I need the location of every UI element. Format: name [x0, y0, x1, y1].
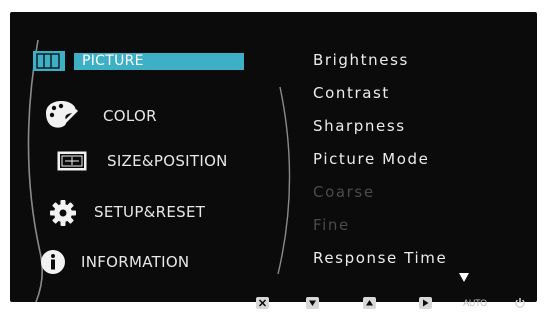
menu-item-information[interactable]: INFORMATION [81, 253, 189, 271]
enter-button[interactable] [418, 296, 432, 310]
right-arrow-icon [418, 297, 432, 309]
power-button[interactable] [513, 296, 527, 310]
up-arrow-icon [362, 297, 376, 309]
palette-icon [42, 99, 80, 129]
menu-item-setup-reset[interactable]: SETUP&RESET [94, 203, 205, 221]
auto-label: AUTO [463, 298, 487, 308]
down-arrow-icon [459, 273, 469, 282]
menu-item-label: SIZE&POSITION [107, 152, 228, 170]
menu-item-label: COLOR [103, 107, 157, 125]
menu-item-size-position[interactable]: SIZE&POSITION [107, 152, 228, 170]
submenu-item-coarse: Coarse [313, 183, 375, 201]
submenu-item-sharpness[interactable]: Sharpness [313, 117, 406, 135]
close-icon [255, 297, 269, 309]
down-arrow-icon [305, 297, 319, 309]
gear-icon [49, 199, 77, 227]
submenu-item-response-time[interactable]: Response Time [313, 249, 447, 267]
menu-item-label: SETUP&RESET [94, 203, 206, 221]
menu-item-label: INFORMATION [81, 253, 190, 271]
menu-item-label: PICTURE [74, 53, 244, 70]
up-button[interactable] [362, 296, 376, 310]
down-button[interactable] [305, 296, 319, 310]
menu-item-color[interactable]: COLOR [103, 107, 157, 125]
picture-icon [33, 51, 65, 71]
exit-button[interactable] [255, 296, 269, 310]
submenu-item-contrast[interactable]: Contrast [313, 84, 390, 102]
submenu-item-fine: Fine [313, 216, 350, 234]
submenu-item-brightness[interactable]: Brightness [313, 51, 409, 69]
size-position-icon [57, 151, 87, 171]
info-icon [40, 249, 66, 275]
power-icon [515, 298, 525, 308]
submenu-item-picture-mode[interactable]: Picture Mode [313, 150, 429, 168]
auto-button[interactable]: AUTO [461, 296, 489, 310]
menu-item-picture[interactable]: PICTURE [74, 53, 244, 70]
